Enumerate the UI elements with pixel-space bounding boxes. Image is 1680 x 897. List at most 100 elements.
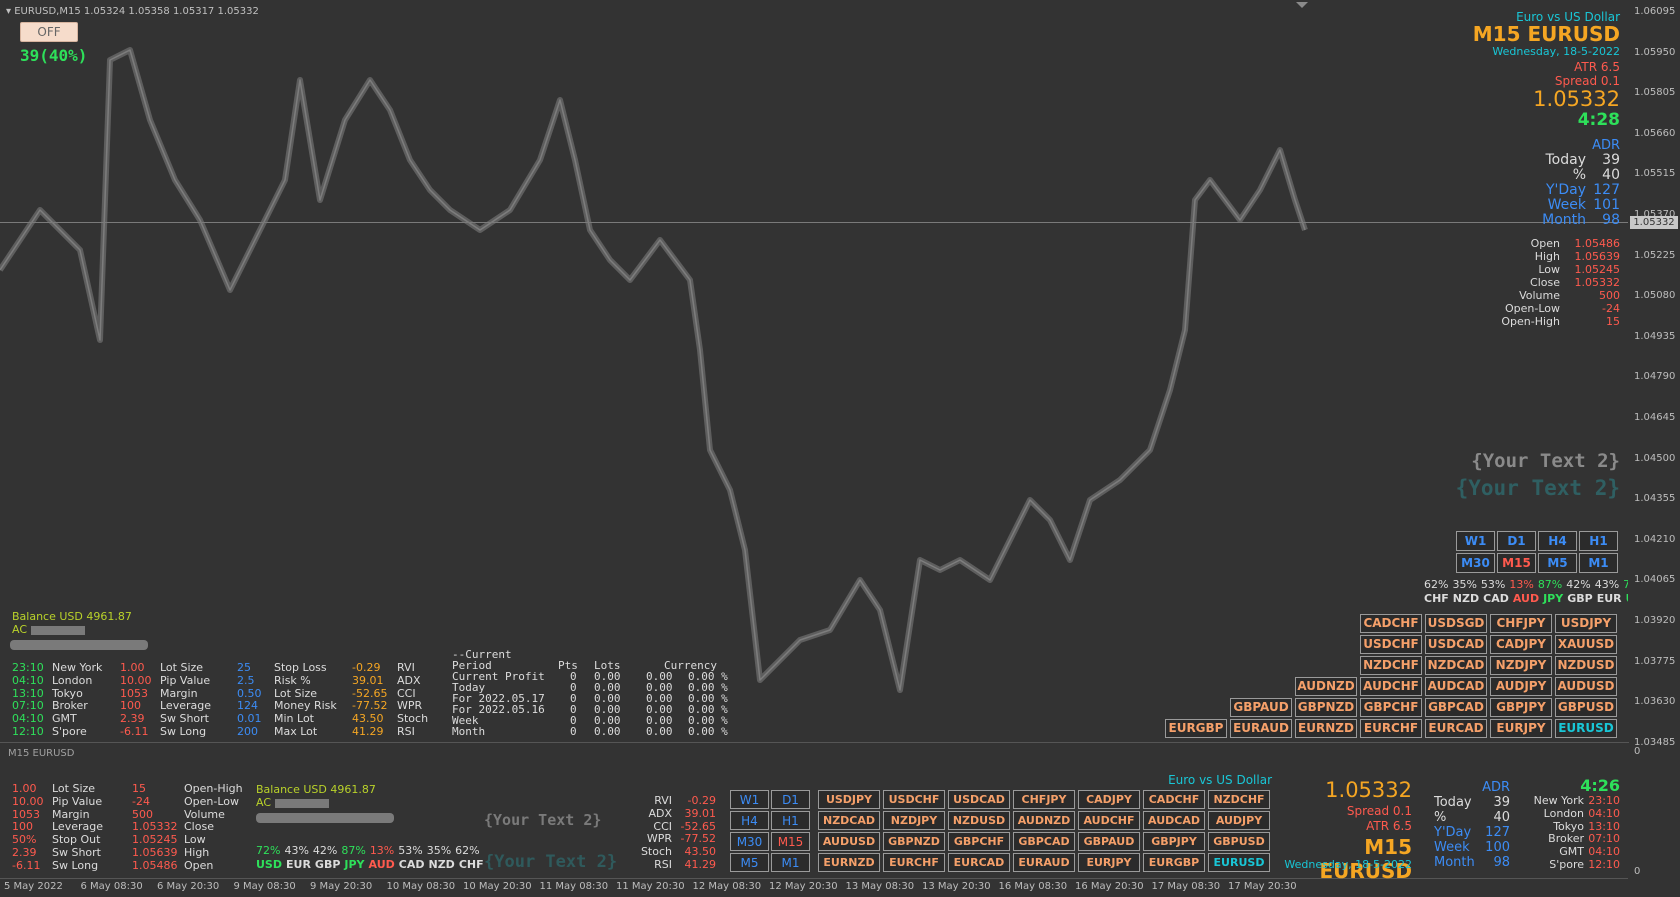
toolbox-symbol-nzdusd[interactable]: NZDUSD <box>948 811 1010 830</box>
symbol-button-gbpnzd[interactable]: GBPNZD <box>1295 698 1357 717</box>
symbol-button-nzdusd[interactable]: NZDUSD <box>1555 656 1617 675</box>
toolbox-symbol-audnzd[interactable]: AUDNZD <box>1013 811 1075 830</box>
timeframe-button-m30[interactable]: M30 <box>1456 553 1495 573</box>
toolbox-symbol-nzdchf[interactable]: NZDCHF <box>1208 790 1270 809</box>
time-tick: 6 May 20:30 <box>157 881 220 892</box>
sub-scale-bottom: 0 <box>1634 866 1641 877</box>
toolbox-symbol-cadchf[interactable]: CADCHF <box>1143 790 1205 809</box>
symbol-button-audchf[interactable]: AUDCHF <box>1360 677 1422 696</box>
time-axis[interactable]: 5 May 2022 6 May 08:30 6 May 20:30 9 May 08… <box>0 878 1680 897</box>
toolbox-timeframe-m1[interactable]: M1 <box>771 853 810 872</box>
symbol-button-nzdchf[interactable]: NZDCHF <box>1360 656 1422 675</box>
off-button[interactable]: OFF <box>20 22 78 42</box>
toolbox-symbol-gbpjpy[interactable]: GBPJPY <box>1143 832 1205 851</box>
toolbox-symbol-usdchf[interactable]: USDCHF <box>883 790 945 809</box>
toolbox-indicator-label: Stoch <box>640 845 672 859</box>
toolbox-symbol-description: Euro vs US Dollar <box>1168 773 1272 787</box>
toolbox-symbol-audjpy[interactable]: AUDJPY <box>1208 811 1270 830</box>
symbol-button-usdsgd[interactable]: USDSGD <box>1425 614 1487 633</box>
timeframe-button-h1[interactable]: H1 <box>1579 531 1618 551</box>
toolbox-symbol-chfjpy[interactable]: CHFJPY <box>1013 790 1075 809</box>
session-k2: Risk % <box>274 673 311 687</box>
toolbox-symbol-eurjpy[interactable]: EURJPY <box>1078 853 1140 872</box>
toolbox-timeframe-w1[interactable]: W1 <box>730 790 769 809</box>
timeframe-button-w1[interactable]: W1 <box>1456 531 1495 551</box>
toolbox-timeframe-m5[interactable]: M5 <box>730 853 769 872</box>
toolbox-symbol-nzdcad[interactable]: NZDCAD <box>818 811 880 830</box>
time-tick: 13 May 20:30 <box>922 881 991 892</box>
toolbox-symbol-gbpnzd[interactable]: GBPNZD <box>883 832 945 851</box>
symbol-button-audcad[interactable]: AUDCAD <box>1425 677 1487 696</box>
toolbox-symbol-gbpaud[interactable]: GBPAUD <box>1078 832 1140 851</box>
main-chart[interactable]: ▾ EURUSD,M15 1.05324 1.05358 1.05317 1.0… <box>0 0 1652 743</box>
symbol-button-xauusd[interactable]: XAUUSD <box>1555 635 1617 654</box>
toolbox-symbol-eurusd[interactable]: EURUSD <box>1208 853 1270 872</box>
toolbox-strength-currency: USD <box>256 858 282 871</box>
symbol-button-gbpcad[interactable]: GBPCAD <box>1425 698 1487 717</box>
toolbox-clock-row: S'pore 12:10 <box>1516 858 1620 872</box>
price-tick: 1.04065 <box>1634 574 1676 586</box>
redacted-account <box>30 625 85 635</box>
toolbox-strength-percent: 35% <box>426 844 452 857</box>
symbol-button-usdcad[interactable]: USDCAD <box>1425 635 1487 654</box>
toolbox-symbol-nzdjpy[interactable]: NZDJPY <box>883 811 945 830</box>
symbol-button-nzdcad[interactable]: NZDCAD <box>1425 656 1487 675</box>
toolbox-symbol-gbpcad[interactable]: GBPCAD <box>1013 832 1075 851</box>
ohlc-label: Close <box>1530 276 1560 289</box>
symbol-button-eurchf[interactable]: EURCHF <box>1360 719 1422 738</box>
symbol-button-chfjpy[interactable]: CHFJPY <box>1490 614 1552 633</box>
price-tick: 1.03775 <box>1634 655 1676 667</box>
toolbox-symbol-gbpusd[interactable]: GBPUSD <box>1208 832 1270 851</box>
toolbox-timeframe-m30[interactable]: M30 <box>730 832 769 851</box>
symbol-button-usdjpy[interactable]: USDJPY <box>1555 614 1617 633</box>
symbol-button-audusd[interactable]: AUDUSD <box>1555 677 1617 696</box>
chart-shift-marker[interactable] <box>1296 0 1308 8</box>
toolbox-symbol-eurcad[interactable]: EURCAD <box>948 853 1010 872</box>
toolbox-window[interactable]: M15 EURUSD 1.00 Lot Size 15 Open-High 10.00 P… <box>0 744 1628 883</box>
toolbox-symbol-audcad[interactable]: AUDCAD <box>1143 811 1205 830</box>
session-row: 13:10 Tokyo 1053 Margin 0.50 Lot Size -52.65 CC… <box>12 687 432 700</box>
symbol-button-eurusd[interactable]: EURUSD <box>1555 719 1617 738</box>
timeframe-button-m1[interactable]: M1 <box>1579 553 1618 573</box>
chevron-down-icon[interactable]: ▾ <box>6 6 11 17</box>
toolbox-symbol-eurchf[interactable]: EURCHF <box>883 853 945 872</box>
symbol-button-eurcad[interactable]: EURCAD <box>1425 719 1487 738</box>
toolbox-symbol-usdjpy[interactable]: USDJPY <box>818 790 880 809</box>
timeframe-button-d1[interactable]: D1 <box>1497 531 1536 551</box>
toolbox-symbol-usdcad[interactable]: USDCAD <box>948 790 1010 809</box>
toolbox-symbol-eurgbp[interactable]: EURGBP <box>1143 853 1205 872</box>
toolbox-timeframe-d1[interactable]: D1 <box>771 790 810 809</box>
session-time: 04:10 <box>12 673 44 687</box>
symbol-button-usdchf[interactable]: USDCHF <box>1360 635 1422 654</box>
timeframe-button-m15[interactable]: M15 <box>1497 553 1536 573</box>
symbol-button-audjpy[interactable]: AUDJPY <box>1490 677 1552 696</box>
symbol-button-gbpchf[interactable]: GBPCHF <box>1360 698 1422 717</box>
symbol-button-euraud[interactable]: EURAUD <box>1230 719 1292 738</box>
timeframe-button-m5[interactable]: M5 <box>1538 553 1577 573</box>
toolbox-symbol-audusd[interactable]: AUDUSD <box>818 832 880 851</box>
session-k3: CCI <box>397 686 416 700</box>
toolbox-info-row: 100 Leverage 1.05332 Close <box>12 820 252 833</box>
symbol-button-cadjpy[interactable]: CADJPY <box>1490 635 1552 654</box>
toolbox-timeframe-h4[interactable]: H4 <box>730 811 769 830</box>
price-scale[interactable]: 1.06095 1.05950 1.05805 1.05660 1.05515 1.053… <box>1628 0 1680 748</box>
symbol-button-nzdjpy[interactable]: NZDJPY <box>1490 656 1552 675</box>
symbol-button-eurnzd[interactable]: EURNZD <box>1295 719 1357 738</box>
account-label: AC <box>12 623 85 636</box>
symbol-button-cadchf[interactable]: CADCHF <box>1360 614 1422 633</box>
toolbox-timeframe-m15[interactable]: M15 <box>771 832 810 851</box>
toolbox-info-row: 10.00 Pip Value -24 Open-Low <box>12 795 252 808</box>
symbol-button-audnzd[interactable]: AUDNZD <box>1295 677 1357 696</box>
toolbox-symbol-euraud[interactable]: EURAUD <box>1013 853 1075 872</box>
timeframe-button-h4[interactable]: H4 <box>1538 531 1577 551</box>
toolbox-symbol-cadjpy[interactable]: CADJPY <box>1078 790 1140 809</box>
symbol-button-gbpusd[interactable]: GBPUSD <box>1555 698 1617 717</box>
toolbox-symbol-gbpchf[interactable]: GBPCHF <box>948 832 1010 851</box>
toolbox-symbol-audchf[interactable]: AUDCHF <box>1078 811 1140 830</box>
symbol-button-gbpjpy[interactable]: GBPJPY <box>1490 698 1552 717</box>
symbol-button-eurjpy[interactable]: EURJPY <box>1490 719 1552 738</box>
symbol-button-eurgbp[interactable]: EURGBP <box>1165 719 1227 738</box>
toolbox-timeframe-h1[interactable]: H1 <box>771 811 810 830</box>
toolbox-symbol-eurnzd[interactable]: EURNZD <box>818 853 880 872</box>
symbol-button-gbpaud[interactable]: GBPAUD <box>1230 698 1292 717</box>
